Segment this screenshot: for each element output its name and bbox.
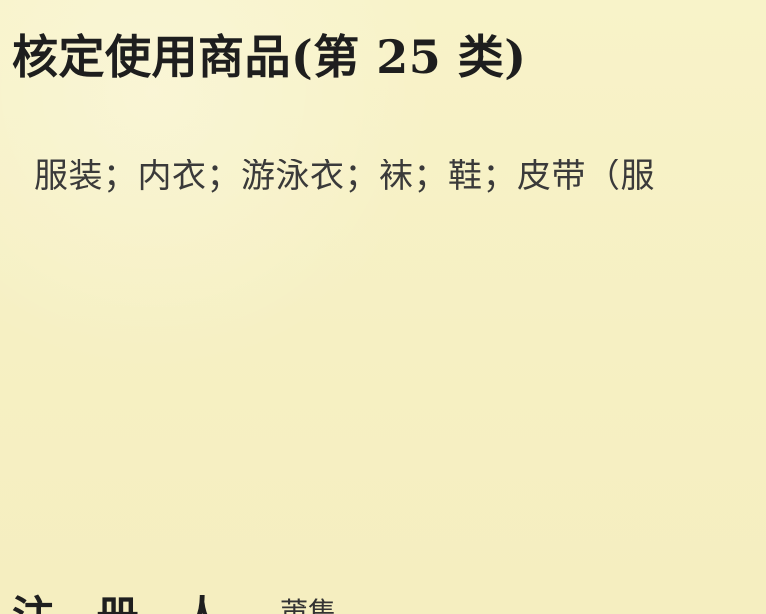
registrant-label: 注 册 人 bbox=[12, 592, 237, 614]
document-page bbox=[0, 0, 766, 614]
footer-strip: 注 册 人 莆集 bbox=[0, 592, 766, 614]
registrant-name-partial: 莆集 bbox=[280, 596, 337, 614]
section-title: 核定使用商品(第 25 类) bbox=[12, 30, 527, 84]
approved-goods-line: 服装；内衣；游泳衣；袜；鞋；皮带（服 bbox=[34, 159, 655, 193]
